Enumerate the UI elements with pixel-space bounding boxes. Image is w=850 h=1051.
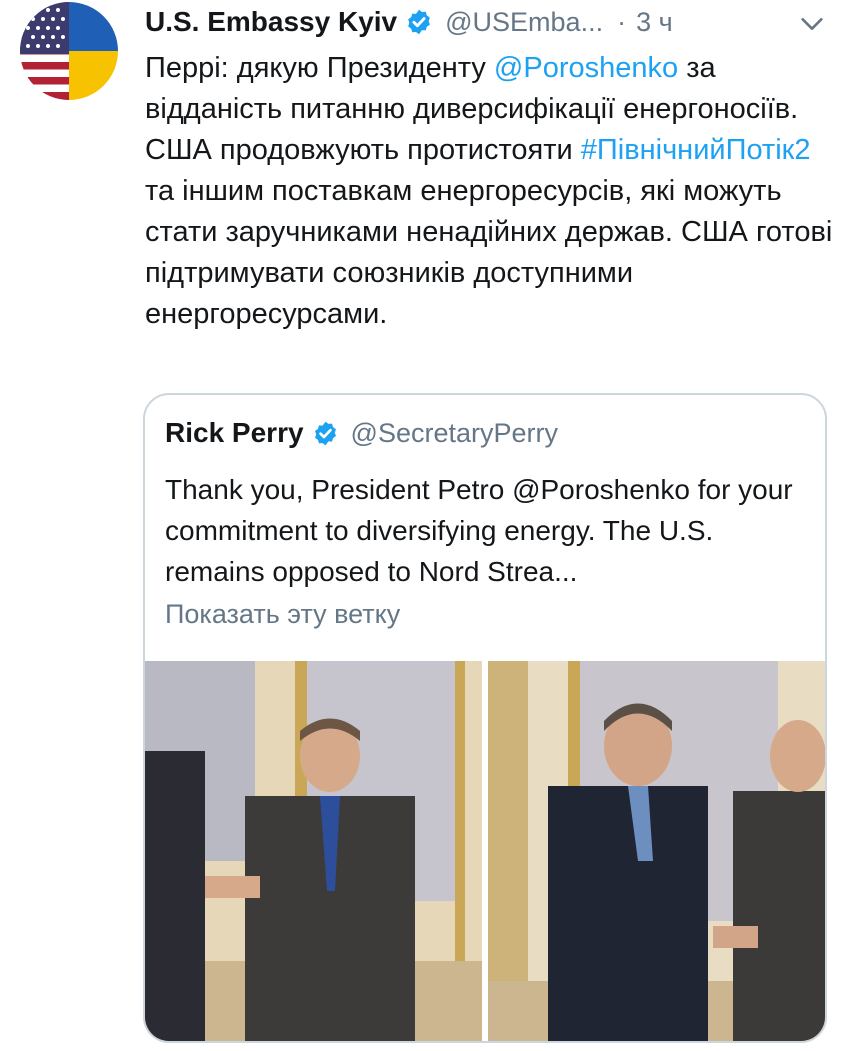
photo-conversation-right[interactable] (488, 661, 825, 1041)
author-handle[interactable]: @USEmba... (445, 7, 603, 38)
author-name[interactable]: U.S. Embassy Kyiv (145, 6, 397, 38)
quoted-media (145, 661, 825, 1041)
verified-badge-icon (312, 420, 339, 447)
separator-dot: · (617, 6, 627, 37)
tweet-text: Перрі: дякую Президенту @Poroshenko за в… (145, 48, 845, 335)
quoted-tweet-card[interactable]: Rick Perry @SecretaryPerry Thank you, Pr… (143, 393, 827, 1043)
tweet-text-part: Перрі: дякую Президенту (145, 52, 494, 84)
avatar[interactable] (20, 2, 118, 100)
verified-badge-icon (405, 8, 433, 36)
tweet-time[interactable]: 3 ч (636, 7, 673, 38)
chevron-down-icon[interactable] (798, 10, 826, 43)
quoted-author-name: Rick Perry (165, 417, 304, 448)
show-thread-link[interactable]: Показать эту ветку (165, 599, 400, 630)
photo-handshake-left[interactable] (145, 661, 482, 1041)
quoted-tweet-header: Rick Perry @SecretaryPerry (165, 417, 558, 449)
mention-link[interactable]: @Poroshenko (494, 52, 678, 84)
quoted-author-handle: @SecretaryPerry (350, 417, 559, 448)
tweet-header: U.S. Embassy Kyiv @USEmba... · 3 ч (145, 4, 830, 40)
tweet-text-part: та іншим поставкам енергоресурсів, які м… (145, 175, 833, 330)
quoted-tweet-text: Thank you, President Petro @Poroshenko f… (165, 474, 793, 587)
hashtag-link[interactable]: #ПівнічнийПотік2 (581, 134, 811, 166)
